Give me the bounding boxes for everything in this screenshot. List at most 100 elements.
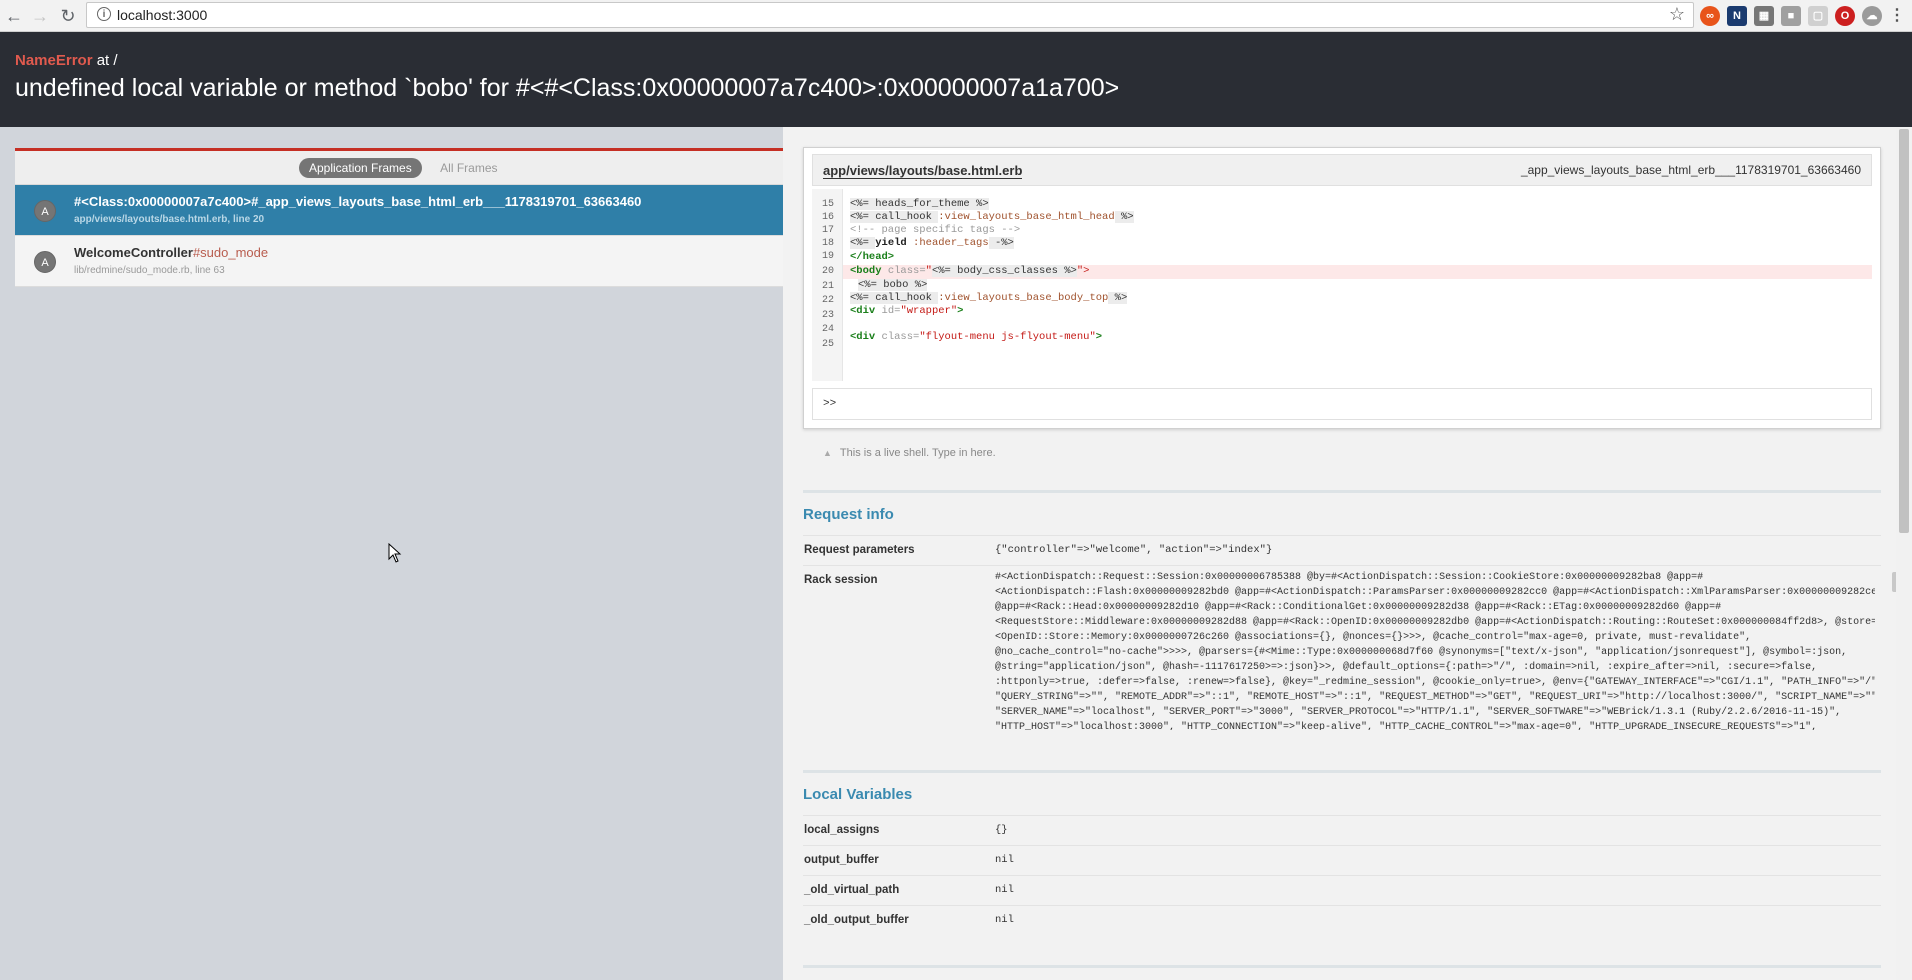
source-code: 15 16 17 18 19 20 21 22 23 24 25 <%= hea… xyxy=(812,189,1872,381)
source-file-name[interactable]: app/views/layouts/base.html.erb xyxy=(823,163,1023,179)
frames-header: Application Frames All Frames xyxy=(15,151,783,185)
line-number: 21 xyxy=(821,281,834,292)
star-icon[interactable]: ☆ xyxy=(1669,4,1685,25)
code-line: <%= heads_for_theme %> xyxy=(850,198,989,210)
extension-opera-icon[interactable]: O xyxy=(1835,6,1855,26)
code-line: <!-- page specific tags --> xyxy=(850,224,1021,236)
address-bar[interactable]: i localhost:3000 ☆ xyxy=(86,2,1694,28)
frame-name: #<Class:0x00000007a7c400>#_app_views_lay… xyxy=(74,194,642,209)
request-params-value: {"controller"=>"welcome", "action"=>"ind… xyxy=(995,544,1273,556)
code-line: </head> xyxy=(850,251,895,263)
local-variables-title: Local Variables xyxy=(803,786,913,803)
rack-line: @no_cache_control="no-cache">>>>, @parse… xyxy=(995,647,1848,658)
error-type-line: NameError at / xyxy=(15,52,118,69)
frame-location: lib/redmine/sudo_mode.rb, line 63 xyxy=(74,265,225,276)
frame-item[interactable]: A WelcomeController#sudo_mode lib/redmin… xyxy=(15,236,783,287)
local-var-value: nil xyxy=(995,914,1014,926)
triangle-up-icon: ▲ xyxy=(823,448,832,458)
extension-cloud-icon[interactable]: ☁ xyxy=(1862,6,1882,26)
rack-line: <OpenID::Store::Memory:0x0000000726c260 … xyxy=(995,632,1752,643)
frames-panel: Application Frames All Frames A #<Class:… xyxy=(15,148,783,980)
section-divider xyxy=(803,965,1881,968)
local-var-row: output_buffer nil xyxy=(803,845,1881,876)
rack-line: <ActionDispatch::Flash:0x00000009282bd0 … xyxy=(995,587,1875,598)
code-line: <%= call_hook :view_layouts_base_html_he… xyxy=(850,211,1134,223)
frame-item[interactable]: A #<Class:0x00000007a7c400>#_app_views_l… xyxy=(15,185,783,236)
line-number: 17 xyxy=(821,225,834,236)
extension-n-icon[interactable]: N xyxy=(1727,6,1747,26)
request-info-title: Request info xyxy=(803,506,894,523)
local-var-name: _old_virtual_path xyxy=(804,884,900,896)
app-frame-badge: A xyxy=(34,251,56,273)
line-number: 23 xyxy=(821,310,834,321)
line-number: 19 xyxy=(821,251,834,262)
local-var-value: nil xyxy=(995,854,1014,866)
line-number: 20 xyxy=(821,266,834,277)
frame-class: WelcomeController xyxy=(74,245,193,260)
error-location: at / xyxy=(96,52,118,69)
rack-line: "HTTP_HOST"=>"localhost:3000", "HTTP_CON… xyxy=(995,722,1818,730)
rack-line: "QUERY_STRING"=>"", "REMOTE_ADDR"=>"::1"… xyxy=(995,692,1875,703)
back-icon[interactable]: ← xyxy=(2,4,26,28)
page-scrollbar[interactable] xyxy=(1896,127,1912,980)
live-shell-text: This is a live shell. Type in here. xyxy=(839,447,996,459)
rack-session-label: Rack session xyxy=(804,574,878,586)
source-header: app/views/layouts/base.html.erb _app_vie… xyxy=(812,154,1872,186)
rack-session-row: Rack session #<ActionDispatch::Request::… xyxy=(803,565,1900,738)
local-var-row: _old_output_buffer nil xyxy=(803,905,1881,936)
extension-infinity-icon[interactable]: ∞ xyxy=(1700,6,1720,26)
code-line: <body class="<%= body_css_classes %>"> xyxy=(850,265,1090,277)
frame-method: #sudo_mode xyxy=(192,245,269,260)
frame-tabs: Application Frames All Frames xyxy=(299,158,512,178)
line-number: 16 xyxy=(821,212,834,223)
code-line: <%= call_hook :view_layouts_base_body_to… xyxy=(850,292,1128,304)
info-icon[interactable]: i xyxy=(97,7,111,21)
source-template-name: _app_views_layouts_base_html_erb___11783… xyxy=(1520,163,1861,177)
section-divider xyxy=(803,490,1881,493)
source-viewer: app/views/layouts/base.html.erb _app_vie… xyxy=(803,147,1881,429)
code-line: <%= yield :header_tags -%> xyxy=(850,237,1014,249)
console-input[interactable]: >> xyxy=(812,388,1872,420)
request-params-row: Request parameters {"controller"=>"welco… xyxy=(803,535,1881,566)
extension-grey-icon[interactable]: ▢ xyxy=(1808,6,1828,26)
rack-line: #<ActionDispatch::Request::Session:0x000… xyxy=(995,572,1704,583)
local-var-name: _old_output_buffer xyxy=(804,914,909,926)
error-header: NameError at / undefined local variable … xyxy=(0,32,1912,127)
local-var-row: local_assigns {} xyxy=(803,815,1881,846)
line-number: 15 xyxy=(821,199,834,210)
error-message: undefined local variable or method `bobo… xyxy=(15,74,1120,102)
browser-toolbar: ← → ↻ i localhost:3000 ☆ ∞ N ▦ ■ ▢ O ☁ ⋮ xyxy=(0,0,1912,32)
scrollbar-thumb[interactable] xyxy=(1899,129,1909,533)
rack-line: <RequestStore::Middleware:0x00000009282d… xyxy=(995,617,1875,628)
line-number: 25 xyxy=(821,339,834,350)
details-pane: app/views/layouts/base.html.erb _app_vie… xyxy=(783,127,1912,980)
rack-session-value[interactable]: #<ActionDispatch::Request::Session:0x000… xyxy=(995,570,1875,730)
line-number: 18 xyxy=(821,238,834,249)
reload-icon[interactable]: ↻ xyxy=(56,4,80,28)
menu-icon[interactable]: ⋮ xyxy=(1887,6,1907,26)
extension-puzzle-icon[interactable]: ▦ xyxy=(1754,6,1774,26)
code-line: <div id="wrapper"> xyxy=(850,305,964,317)
code-line: <div class="flyout-menu js-flyout-menu"> xyxy=(850,331,1103,343)
rack-line: "SERVER_NAME"=>"localhost", "SERVER_PORT… xyxy=(995,707,1842,718)
frame-location: app/views/layouts/base.html.erb, line 20 xyxy=(74,214,265,225)
forward-icon[interactable]: → xyxy=(28,4,52,28)
rack-line: @app=#<Rack::Head:0x00000009282d10 @app=… xyxy=(995,602,1722,613)
line-number: 22 xyxy=(821,295,834,306)
local-var-value: nil xyxy=(995,884,1014,896)
local-var-name: local_assigns xyxy=(804,824,880,836)
tab-application-frames[interactable]: Application Frames xyxy=(299,158,422,178)
live-shell-hint: ▲ This is a live shell. Type in here. xyxy=(823,447,996,459)
section-divider xyxy=(803,770,1881,773)
frame-name: WelcomeController#sudo_mode xyxy=(74,245,268,260)
extension-bookmark-icon[interactable]: ■ xyxy=(1781,6,1801,26)
code-line: <%= bobo %> xyxy=(858,279,928,291)
rack-line: @string="application/json", @hash=-11176… xyxy=(995,662,1818,673)
local-var-row: _old_virtual_path nil xyxy=(803,875,1881,906)
console-prompt: >> xyxy=(823,398,837,410)
tab-all-frames[interactable]: All Frames xyxy=(430,158,507,178)
app-frame-badge: A xyxy=(34,200,56,222)
line-number: 24 xyxy=(821,324,834,335)
mouse-cursor-icon xyxy=(388,543,402,563)
local-var-value: {} xyxy=(995,824,1008,836)
